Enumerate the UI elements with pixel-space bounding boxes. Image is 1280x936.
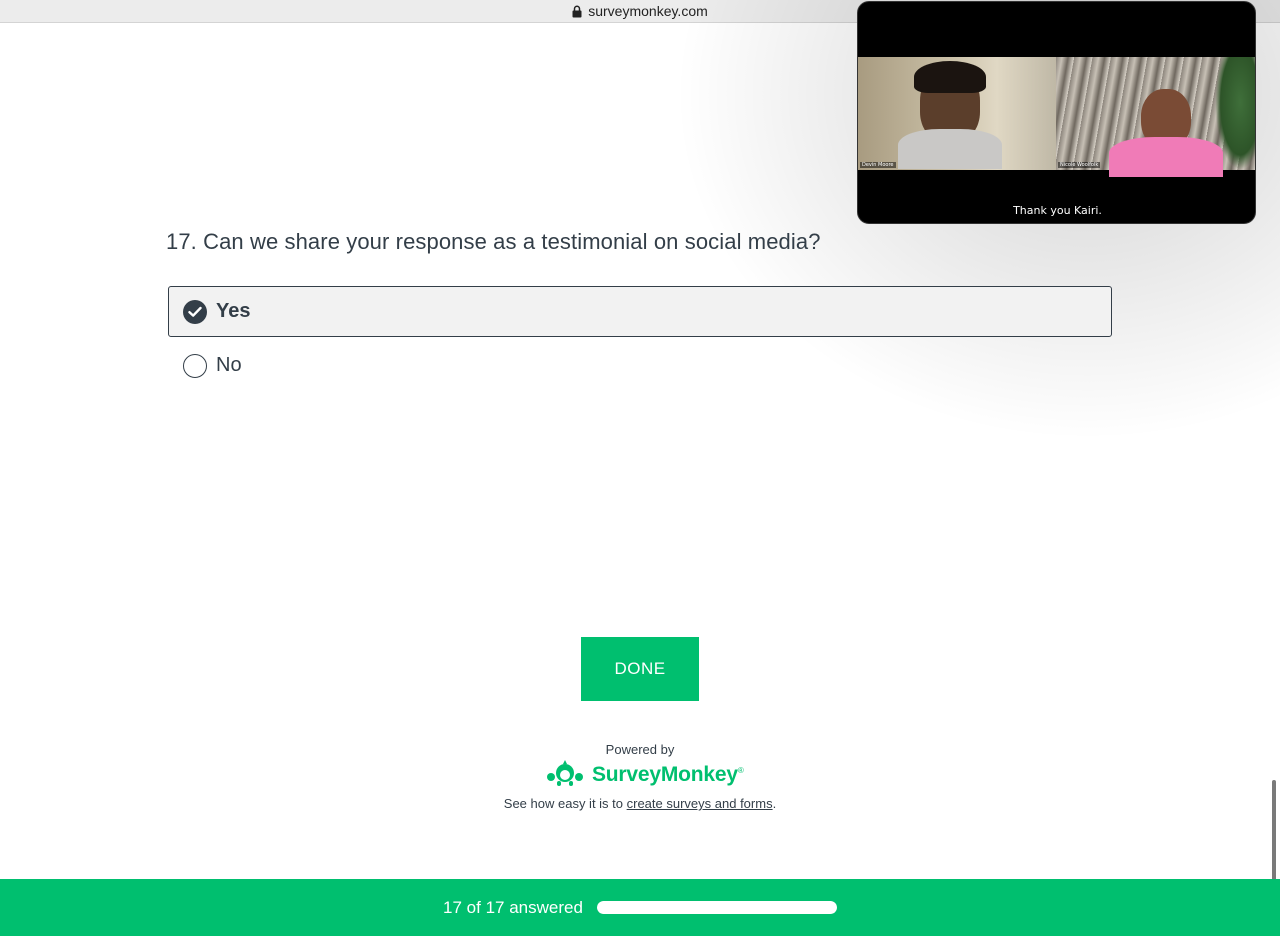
answer-option-no[interactable]: No — [168, 340, 1112, 391]
done-button[interactable]: DONE — [581, 637, 699, 701]
participant-name-tag: Devin Moore — [860, 162, 896, 168]
scrollbar-thumb[interactable] — [1272, 780, 1276, 886]
brand-name: SurveyMonkey® — [592, 763, 744, 786]
participant-figure — [1109, 83, 1223, 177]
trademark-mark: ® — [737, 766, 744, 775]
lock-icon — [572, 5, 582, 18]
participant-figure — [898, 61, 1002, 169]
progress-fill — [596, 901, 837, 914]
video-caption: Thank you Kairi. — [1013, 204, 1102, 217]
url-text: surveymonkey.com — [588, 3, 708, 19]
powered-by-label: Powered by — [605, 742, 675, 757]
video-tile-right[interactable]: Nicole Woolfolk — [1056, 57, 1255, 177]
progress-footer: 17 of 17 answered — [0, 879, 1280, 936]
monkey-logo-icon — [546, 759, 584, 792]
progress-track — [596, 901, 837, 914]
create-surveys-link[interactable]: create surveys and forms — [627, 796, 773, 811]
progress-text: 17 of 17 answered — [443, 897, 583, 917]
video-call-overlay[interactable]: Devin Moore Nicole Woolfolk Thank you Ka… — [857, 1, 1256, 224]
video-tile-left[interactable]: Devin Moore — [858, 57, 1056, 170]
surveymonkey-logo[interactable]: SurveyMonkey® — [546, 759, 744, 792]
answer-option-label: No — [216, 354, 242, 376]
checkmark-icon — [183, 299, 207, 324]
radio-empty-icon — [183, 353, 207, 378]
answer-option-label: Yes — [216, 300, 251, 322]
answer-option-yes[interactable]: Yes — [168, 286, 1112, 337]
tagline: See how easy it is to create surveys and… — [503, 796, 777, 811]
participant-name-tag: Nicole Woolfolk — [1058, 162, 1101, 168]
question-title: 17. Can we share your response as a test… — [166, 229, 821, 254]
